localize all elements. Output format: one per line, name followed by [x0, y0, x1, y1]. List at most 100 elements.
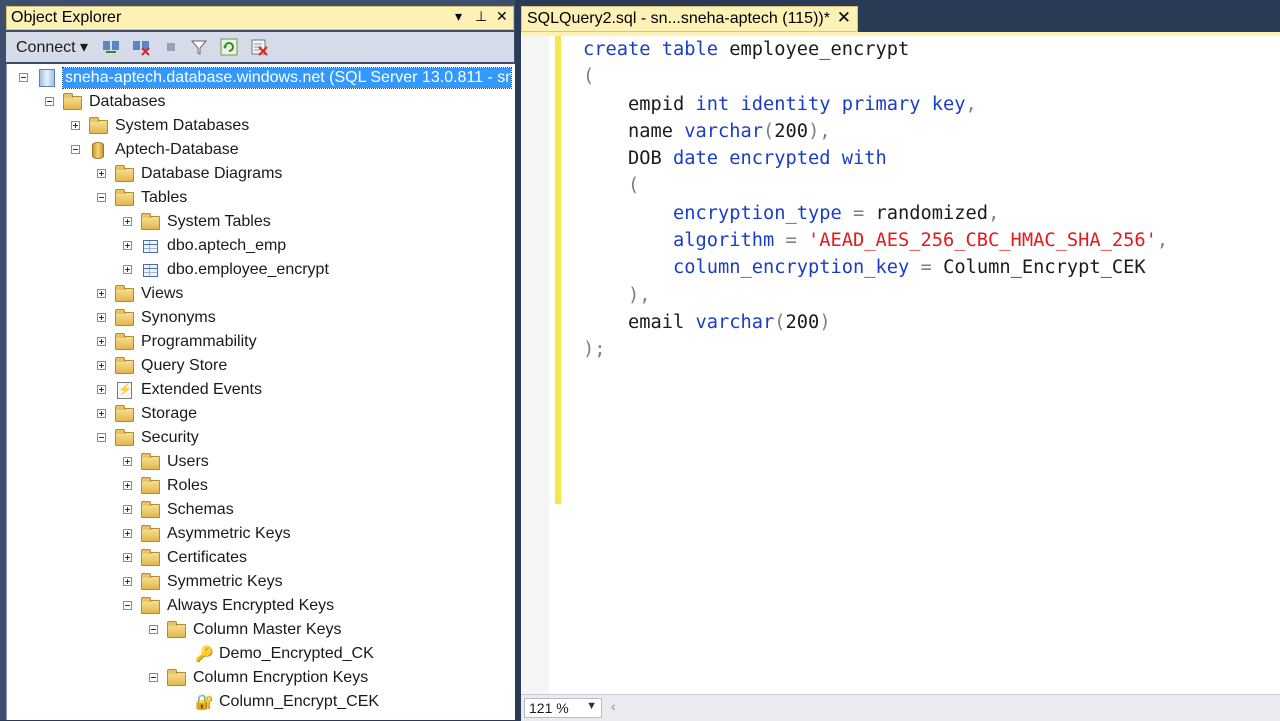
- code-line: (: [583, 63, 1168, 90]
- filter-icon[interactable]: [190, 38, 208, 56]
- code-token: ),: [808, 120, 831, 142]
- expand-icon[interactable]: [123, 265, 132, 274]
- object-explorer-toolbar: Connect ▾: [6, 32, 514, 62]
- tree-node-label: Security: [141, 429, 199, 446]
- window-position-icon[interactable]: ▾: [455, 8, 462, 25]
- code-token: employee_encrypt: [718, 39, 910, 60]
- tree-node-label: Programmability: [141, 333, 257, 350]
- connect-icon[interactable]: [102, 38, 120, 56]
- expand-icon[interactable]: [123, 481, 132, 490]
- expand-icon[interactable]: [97, 169, 106, 178]
- collapse-icon[interactable]: [19, 73, 28, 82]
- query-editor[interactable]: create table employee_encrypt ( empid int…: [521, 36, 1280, 694]
- database-icon: [89, 141, 109, 159]
- collapse-icon[interactable]: [149, 673, 158, 682]
- code-token: (: [774, 311, 786, 333]
- expand-icon[interactable]: [97, 289, 106, 298]
- code-token: int identity primary key: [695, 93, 966, 115]
- code-token: ,: [965, 93, 977, 115]
- change-tracking-bar: [555, 36, 561, 504]
- folder-icon: [141, 477, 161, 495]
- tree-node-label: System Tables: [167, 213, 271, 230]
- code-token: (: [583, 66, 595, 88]
- folder-icon: [141, 597, 161, 615]
- collapse-icon[interactable]: [97, 433, 106, 442]
- expand-icon[interactable]: [123, 241, 132, 250]
- tree-node-label: Certificates: [167, 549, 248, 566]
- tab-sqlquery2[interactable]: SQLQuery2.sql - sn...sneha-aptech (115))…: [521, 6, 858, 32]
- tab-close-icon[interactable]: ✕: [837, 8, 851, 28]
- code-token: 'AEAD_AES_256_CBC_HMAC_SHA_256': [808, 230, 1157, 252]
- activity-monitor-icon[interactable]: [250, 38, 268, 56]
- code-line: DOB date encrypted with: [583, 145, 1168, 172]
- folder-icon: [115, 165, 135, 183]
- tree-node-label: Views: [141, 285, 184, 302]
- folder-icon: [141, 549, 161, 567]
- expand-icon[interactable]: [123, 553, 132, 562]
- object-explorer-titlebar: Object Explorer ▾ ⊥ ✕: [6, 6, 514, 30]
- folder-icon: [167, 621, 187, 639]
- expand-icon[interactable]: [123, 577, 132, 586]
- expand-icon[interactable]: [123, 529, 132, 538]
- table-icon: [141, 237, 161, 255]
- collapse-icon[interactable]: [123, 601, 132, 610]
- zoom-select[interactable]: 121 % ▼: [524, 698, 602, 718]
- expand-icon[interactable]: [71, 121, 80, 130]
- stop-icon[interactable]: [162, 38, 180, 56]
- expand-icon[interactable]: [123, 505, 132, 514]
- folder-icon: [115, 285, 135, 303]
- tree-node-label: Symmetric Keys: [167, 573, 283, 590]
- folder-icon: [89, 117, 109, 135]
- expand-icon[interactable]: [97, 313, 106, 322]
- collapse-icon[interactable]: [97, 193, 106, 202]
- sql-code[interactable]: create table employee_encrypt ( empid int…: [583, 36, 1168, 364]
- connect-button[interactable]: Connect ▾: [16, 37, 88, 57]
- code-token: =: [841, 202, 876, 224]
- collapse-icon[interactable]: [71, 145, 80, 154]
- chevron-down-icon[interactable]: ▼: [586, 700, 597, 712]
- encryption-key-icon: 🔐: [195, 694, 214, 711]
- folder-icon: [115, 429, 135, 447]
- refresh-icon[interactable]: [220, 38, 238, 56]
- object-explorer-tree[interactable]: sneha-aptech.database.windows.net (SQL S…: [6, 64, 515, 720]
- code-token: DOB: [583, 148, 674, 170]
- code-token: ,: [1156, 230, 1169, 252]
- expand-icon[interactable]: [123, 217, 132, 226]
- code-line: ),: [583, 282, 1168, 309]
- code-token: =: [774, 230, 809, 252]
- collapse-icon[interactable]: [45, 97, 54, 106]
- folder-icon: [141, 525, 161, 543]
- expand-icon[interactable]: [97, 409, 106, 418]
- collapse-icon[interactable]: [149, 625, 158, 634]
- folder-icon: [115, 405, 135, 423]
- code-token: randomized: [875, 202, 989, 224]
- disconnect-icon[interactable]: [132, 38, 150, 56]
- scroll-left-icon[interactable]: ‹: [611, 698, 616, 714]
- object-explorer-panel: Object Explorer ▾ ⊥ ✕ Connect ▾ sneha-ap…: [0, 0, 515, 720]
- tree-node-label: Column Encryption Keys: [193, 669, 369, 686]
- folder-icon: [141, 573, 161, 591]
- expand-icon[interactable]: [97, 361, 106, 370]
- code-token: email: [583, 311, 696, 333]
- code-line: encryption_type = randomized,: [583, 200, 1168, 227]
- code-token: ,: [988, 202, 1000, 224]
- expand-icon[interactable]: [97, 337, 106, 346]
- folder-icon: [63, 93, 83, 111]
- pin-icon[interactable]: ⊥: [475, 8, 487, 25]
- tree-node-label: Asymmetric Keys: [167, 525, 291, 542]
- tree-node-label: Database Diagrams: [141, 165, 283, 182]
- tree-node-label: Users: [167, 453, 209, 470]
- code-token: encryption_type: [673, 202, 842, 224]
- code-token: 200: [785, 311, 820, 333]
- folder-icon: [115, 357, 135, 375]
- expand-icon[interactable]: [97, 385, 106, 394]
- folder-icon: [115, 189, 135, 207]
- expand-icon[interactable]: [123, 457, 132, 466]
- tree-node-label: Synonyms: [141, 309, 216, 326]
- folder-icon: [141, 213, 161, 231]
- close-icon[interactable]: ✕: [496, 8, 508, 25]
- code-token: (: [583, 175, 640, 197]
- folder-icon: [141, 453, 161, 471]
